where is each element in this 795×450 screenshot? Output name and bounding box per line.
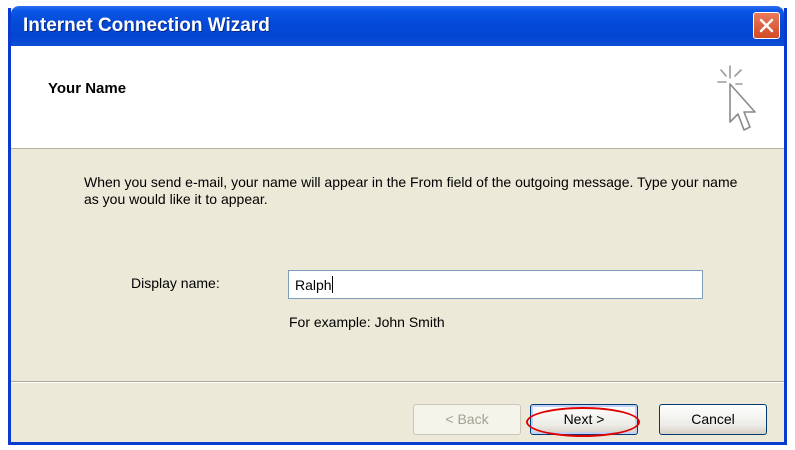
close-button[interactable] — [753, 12, 780, 39]
example-hint: For example: John Smith — [289, 314, 445, 330]
window-title: Internet Connection Wizard — [23, 15, 270, 36]
display-name-label: Display name: — [131, 275, 220, 291]
back-button[interactable]: < Back — [413, 404, 521, 435]
separator — [11, 381, 784, 383]
next-button[interactable]: Next > — [530, 404, 638, 435]
description-text: When you send e-mail, your name will app… — [84, 174, 738, 207]
wizard-cursor-icon — [717, 65, 756, 131]
close-icon — [759, 18, 774, 33]
display-name-input[interactable]: Ralph — [288, 270, 703, 299]
display-name-value: Ralph — [295, 277, 332, 293]
text-caret — [331, 276, 333, 293]
wizard-header: Your Name — [11, 46, 784, 149]
cancel-button[interactable]: Cancel — [659, 404, 767, 435]
wizard-window: Internet Connection Wizard Your Name Whe… — [8, 6, 787, 445]
page-title: Your Name — [48, 80, 127, 97]
title-bar[interactable]: Internet Connection Wizard — [11, 6, 784, 46]
